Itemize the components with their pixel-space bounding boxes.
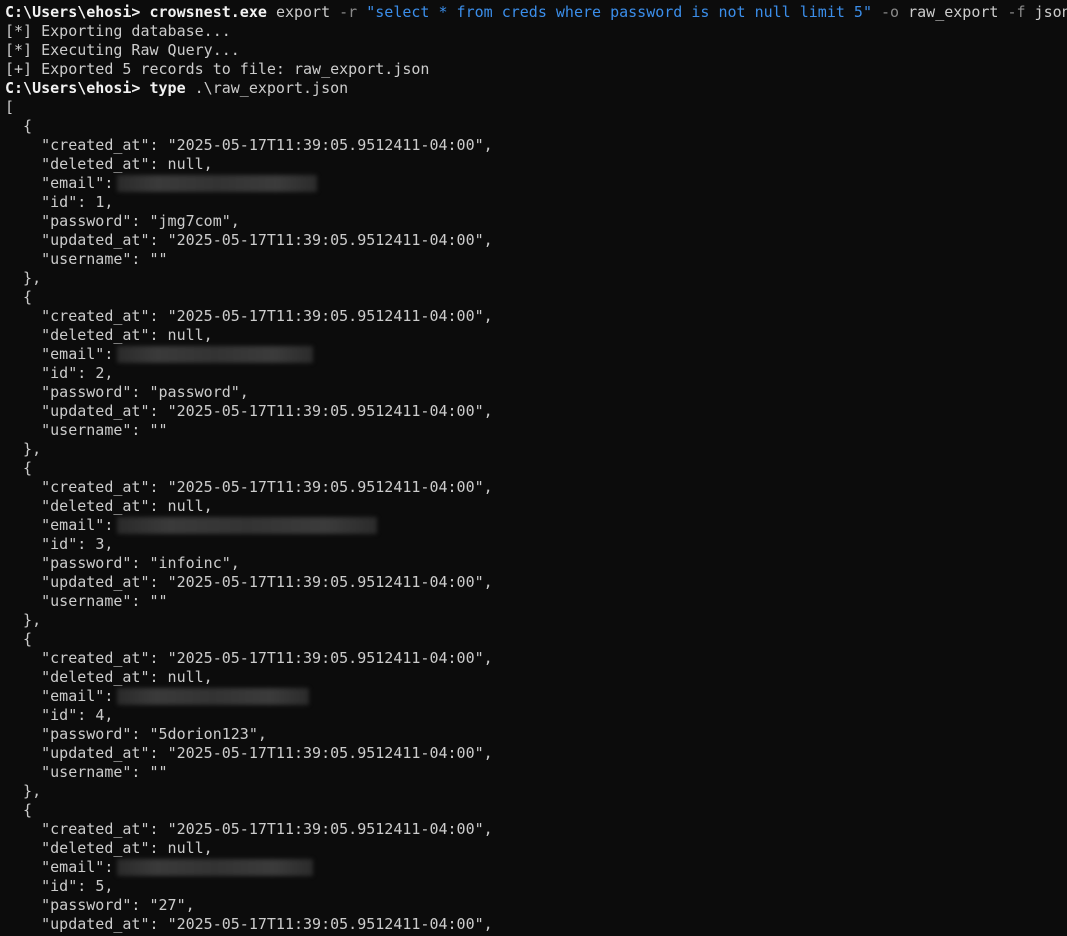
field-username: "username": "" [5,763,168,781]
field-username: "username": "" [5,421,168,439]
field-password: "password": "jmg7com", [5,212,240,230]
record-open: { [5,801,33,819]
field-email: "email": [5,345,1067,364]
terminal-window[interactable]: C:\Users\ehosi> crowsnest.exe export -r … [0,0,1067,936]
field-password: "password": "password", [5,383,249,401]
flag-o: -o [881,3,900,21]
command-type: type [149,79,186,97]
field-id: "id": 2, [5,364,114,382]
field-id: "id": 4, [5,706,114,724]
field-created-at: "created_at": "2025-05-17T11:39:05.95124… [5,136,493,154]
output-line: [*] Executing Raw Query... [5,41,240,59]
field-email: "email": [5,858,1067,877]
field-updated-at: "updated_at": "2025-05-17T11:39:05.95124… [5,573,493,591]
redacted-email [117,859,314,876]
field-email: "email": [5,516,1067,535]
field-password: "password": "infoinc", [5,554,240,572]
flag-f: -f [1007,3,1026,21]
field-created-at: "created_at": "2025-05-17T11:39:05.95124… [5,649,493,667]
record-open: { [5,630,33,648]
output-name: raw_export [908,3,999,21]
json-array-open: [ [5,98,15,116]
field-created-at: "created_at": "2025-05-17T11:39:05.95124… [5,478,493,496]
query-string: "select * from creds where password is n… [366,3,872,21]
record-close: }, [5,440,42,458]
field-created-at: "created_at": "2025-05-17T11:39:05.95124… [5,307,493,325]
field-deleted-at: "deleted_at": null, [5,155,213,173]
field-password: "password": "27", [5,896,195,914]
record-close: }, [5,269,42,287]
output-line: [+] Exported 5 records to file: raw_expo… [5,60,430,78]
prompt: C:\Users\ehosi> [5,79,141,97]
record-open: { [5,459,33,477]
record-close: }, [5,611,42,629]
field-updated-at: "updated_at": "2025-05-17T11:39:05.95124… [5,915,493,933]
field-updated-at: "updated_at": "2025-05-17T11:39:05.95124… [5,402,493,420]
record-close: }, [5,782,42,800]
field-deleted-at: "deleted_at": null, [5,497,213,515]
field-deleted-at: "deleted_at": null, [5,839,213,857]
redacted-email [117,517,378,534]
output-line: [*] Exporting database... [5,22,231,40]
field-deleted-at: "deleted_at": null, [5,668,213,686]
field-id: "id": 3, [5,535,114,553]
command-line-export: C:\Users\ehosi> crowsnest.exe export -r … [5,3,1067,22]
field-username: "username": "" [5,250,168,268]
field-deleted-at: "deleted_at": null, [5,326,213,344]
field-username: "username": "" [5,592,168,610]
record-open: { [5,288,33,306]
field-password: "password": "5dorion123", [5,725,267,743]
command-subcommand: export [275,3,331,21]
field-updated-at: "updated_at": "2025-05-17T11:39:05.95124… [5,231,493,249]
redacted-email [117,688,310,705]
command-line-type: C:\Users\ehosi> type .\raw_export.json [5,79,1067,98]
redacted-email [117,346,314,363]
command-exe: crowsnest.exe [149,3,267,21]
redacted-email [117,175,318,192]
record-open: { [5,117,33,135]
format-arg: json [1034,3,1067,21]
flag-r: -r [339,3,358,21]
field-email: "email": [5,687,1067,706]
type-arg: .\raw_export.json [194,79,349,97]
field-id: "id": 1, [5,193,114,211]
field-id: "id": 5, [5,877,114,895]
field-email: "email": [5,174,1067,193]
field-updated-at: "updated_at": "2025-05-17T11:39:05.95124… [5,744,493,762]
prompt: C:\Users\ehosi> [5,3,141,21]
field-created-at: "created_at": "2025-05-17T11:39:05.95124… [5,820,493,838]
